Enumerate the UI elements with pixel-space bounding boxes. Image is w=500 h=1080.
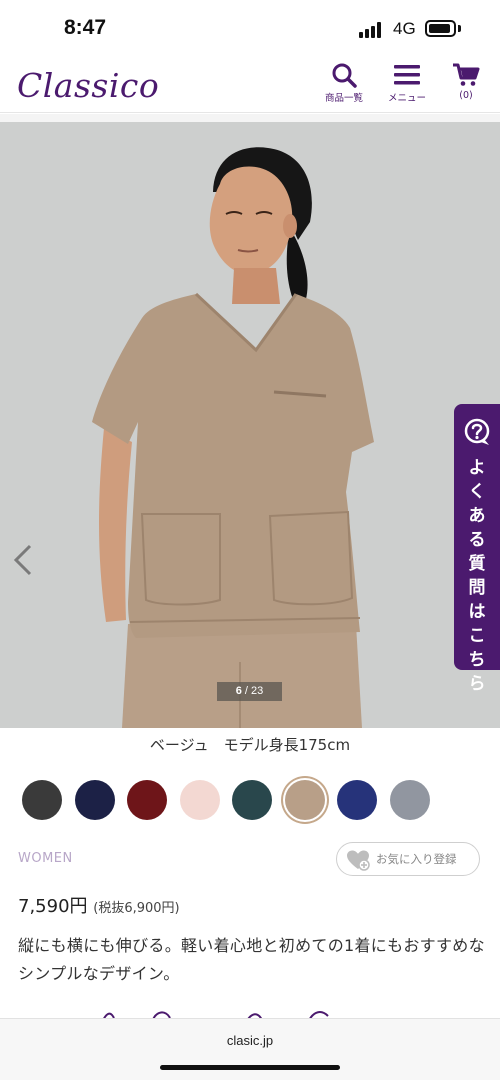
menu-button[interactable]: メニュー <box>376 62 438 110</box>
cart-button[interactable]: (0) <box>435 62 497 110</box>
color-swatch[interactable] <box>74 780 115 820</box>
image-caption: ベージュ モデル身長175cm <box>149 736 351 754</box>
search-icon <box>332 63 357 88</box>
product-photo <box>0 122 500 728</box>
color-swatch[interactable] <box>284 780 325 820</box>
color-swatch[interactable] <box>179 780 220 820</box>
network-type: 4G <box>393 19 416 38</box>
cart-count: (0) <box>459 90 473 101</box>
image-counter: 6 / 23 <box>217 682 282 701</box>
product-price: 7,590円 (税抜6,900円) <box>18 892 180 918</box>
browser-address-bar[interactable]: clasic.jp <box>0 1018 500 1080</box>
category-label[interactable]: WOMEN <box>18 851 73 866</box>
color-swatch[interactable] <box>232 780 272 820</box>
heart-plus-icon <box>347 850 370 871</box>
home-indicator <box>160 1065 340 1070</box>
menu-label: メニュー <box>387 93 426 104</box>
site-header: Classico 商品一覧 メニュー (0) <box>0 58 500 113</box>
status-time: 8:47 <box>64 16 107 39</box>
status-bar: 8:47 4G <box>0 0 500 58</box>
color-swatch[interactable] <box>389 780 430 820</box>
price-tax-excluded: (税抜6,900円) <box>93 901 180 916</box>
product-list-label: 商品一覧 <box>324 93 363 104</box>
product-description: 縦にも横にも伸びる。軽い着心地と初めての1着にもおすすめなシンプルなデザイン。 <box>18 936 485 983</box>
price-value: 7,590円 <box>18 896 88 917</box>
faq-side-tab[interactable]: よくある質問はこちら <box>454 404 500 694</box>
cart-icon <box>453 63 480 86</box>
site-logo[interactable]: Classico <box>17 66 159 105</box>
color-swatch[interactable] <box>337 780 377 820</box>
battery-icon <box>425 20 456 37</box>
question-bubble-icon <box>464 418 490 445</box>
chevron-left-icon[interactable] <box>8 540 36 580</box>
url-text[interactable]: clasic.jp <box>0 1033 500 1048</box>
color-swatches <box>0 778 500 822</box>
hamburger-menu-icon <box>394 65 420 85</box>
faq-label: よくある質問はこちら <box>468 458 486 694</box>
product-list-button[interactable]: 商品一覧 <box>313 62 375 110</box>
image-counter-total: / 23 <box>244 685 264 697</box>
add-favorite-label: お気に入り登録 <box>376 852 457 866</box>
color-swatch[interactable] <box>127 780 167 820</box>
signal-icon <box>359 22 383 38</box>
add-favorite-button[interactable]: お気に入り登録 <box>336 842 480 876</box>
color-swatch[interactable] <box>22 780 62 820</box>
product-image-carousel[interactable]: 6 / 23 <box>0 122 500 728</box>
image-counter-current: 6 <box>235 685 242 697</box>
